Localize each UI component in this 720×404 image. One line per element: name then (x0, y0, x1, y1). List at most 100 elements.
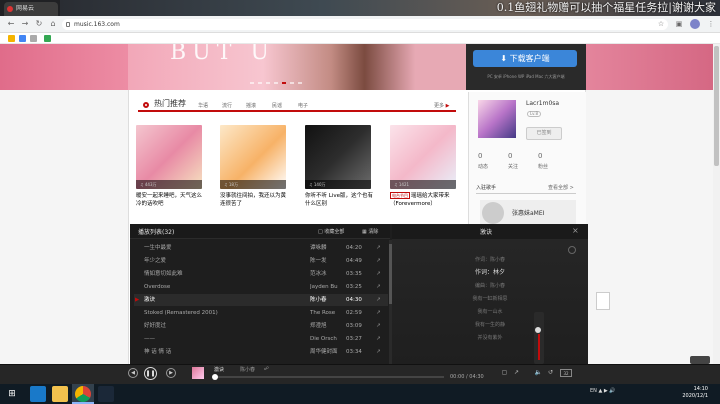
playlist-row[interactable]: 一生中最爱 谭咏麟 04:20 ↗ (134, 242, 388, 254)
url-input[interactable]: music.163.com (62, 19, 668, 30)
track-title: —— (144, 336, 155, 342)
reload-icon[interactable]: ↻ (34, 19, 44, 29)
playlist-cover[interactable]: ♫ 443万 (136, 125, 202, 189)
loop-icon[interactable]: ↺ (546, 369, 555, 377)
playlist-count-button[interactable]: 32 (560, 369, 572, 377)
playlist-caption[interactable]: 电台节目 瑶瑶给大家带来（Forevermore） (390, 192, 458, 208)
hot-link[interactable]: 华语 (198, 102, 208, 109)
more-link[interactable]: 更多 ▶ (434, 102, 449, 109)
playlist-cover[interactable]: ♫ 140万 (305, 125, 371, 189)
player-song[interactable]: 激诀 (214, 366, 224, 373)
banner-dot[interactable] (258, 82, 262, 84)
chrome-icon[interactable] (75, 386, 91, 402)
back-icon[interactable]: ← (6, 19, 16, 29)
banner-dot[interactable] (290, 82, 294, 84)
file-explorer-icon[interactable] (52, 386, 68, 402)
player-artist[interactable]: 陈小春 (240, 366, 255, 373)
side-feedback-button[interactable] (596, 292, 610, 310)
link-icon[interactable]: ↗ (376, 294, 386, 306)
edge-icon[interactable] (30, 386, 46, 402)
playlist-row[interactable]: 好好度过 郑澄旭 03:09 ↗ (134, 320, 388, 332)
hot-link[interactable]: 民谣 (272, 102, 282, 109)
browser-tab[interactable]: 网易云 (4, 2, 58, 16)
bookmark-apps-icon[interactable] (8, 35, 15, 42)
playlist-caption[interactable]: 没事就往间拍，我还以为黄连很苦了 (220, 192, 288, 208)
playlist-cover[interactable]: ♫ 18万 (220, 125, 286, 189)
picture-in-picture-icon[interactable]: ▢ (500, 369, 509, 377)
playlist-row[interactable]: 神 话 情 话 周华健封面 03:34 ↗ (134, 346, 388, 358)
windows-start-icon[interactable]: ⊞ (0, 384, 24, 404)
pause-button[interactable]: ❚❚ (144, 367, 157, 380)
link-icon[interactable]: ↗ (376, 307, 386, 319)
banner-dot[interactable] (298, 82, 302, 84)
link-icon[interactable]: ↗ (376, 281, 386, 293)
hot-link[interactable]: 电子 (298, 102, 308, 109)
link-icon[interactable]: ↗ (376, 346, 386, 358)
bookmark-icon[interactable] (44, 35, 51, 42)
hot-link[interactable]: 摇滚 (246, 102, 256, 109)
star-icon[interactable]: ☆ (656, 19, 666, 29)
progress-track[interactable] (214, 376, 444, 378)
close-icon[interactable]: × (572, 226, 579, 235)
playlist-scroll-thumb[interactable] (389, 244, 392, 304)
playlist-row[interactable]: —— Die Orsch 03:27 ↗ (134, 333, 388, 345)
link-icon[interactable]: ↗ (376, 255, 386, 267)
playlist-caption[interactable]: 你听不听 Live版，这个也有什么区别 (305, 192, 373, 208)
playlist-row[interactable]: Stoked (Remastered 2001) The Rose 02:59 ↗ (134, 307, 388, 319)
signin-button[interactable]: 已签到 (526, 127, 562, 140)
playlist-row[interactable]: 情如意切如此难 范冰冰 03:35 ↗ (134, 268, 388, 280)
banner-dot-active[interactable] (282, 82, 286, 84)
home-icon[interactable]: ⌂ (48, 19, 58, 29)
download-client-button[interactable]: ⬇ 下载客户端 (473, 50, 577, 67)
scrollbar-thumb[interactable] (714, 46, 719, 166)
link-icon[interactable]: ☍ (264, 366, 269, 372)
album-thumbnail[interactable] (192, 367, 204, 379)
username[interactable]: Lacr1m0sa (526, 100, 559, 107)
playlist-cover[interactable]: ♫ 1421 (390, 125, 456, 189)
singer-all-link[interactable]: 查看全部 > (548, 184, 574, 191)
link-icon[interactable]: ↗ (376, 320, 386, 332)
lyric-adjust-icon[interactable] (568, 246, 576, 254)
link-icon[interactable]: ↗ (376, 333, 386, 345)
playlist-caption[interactable]: 暖安一起来睡吧，天气这么冷的话吹吧 (136, 192, 204, 208)
banner-dot[interactable] (250, 82, 254, 84)
lyric-slider-knob[interactable] (535, 327, 541, 333)
user-avatar[interactable] (478, 100, 516, 138)
playlist-row[interactable]: Overdose Jayden Bu 03:25 ↗ (134, 281, 388, 293)
bookmark-icon[interactable] (30, 35, 37, 42)
stat-value[interactable]: 0 (538, 152, 562, 160)
progress-knob[interactable] (212, 374, 218, 380)
stat-value[interactable]: 0 (478, 152, 502, 160)
extension-icon[interactable]: ▣ (674, 19, 684, 29)
playlist-row[interactable]: 年少之爱 陈一发 04:49 ↗ (134, 255, 388, 267)
hot-link[interactable]: 流行 (222, 102, 232, 109)
lyrics-song-title: 激诀 (480, 229, 493, 236)
lock-icon (66, 22, 70, 27)
hot-title[interactable]: 热门推荐 (154, 98, 186, 110)
share-icon[interactable]: ↗ (512, 369, 521, 377)
system-tray[interactable]: EN ▲ ▶ 🔊 (590, 388, 616, 394)
forward-icon[interactable]: → (20, 19, 30, 29)
profile-avatar-icon[interactable] (690, 19, 700, 29)
collect-all-button[interactable]: □ 收藏全部 (318, 228, 344, 235)
favicon-icon (7, 6, 13, 12)
clock[interactable]: 14:10 2020/12/1 (676, 386, 708, 400)
link-icon[interactable]: ↗ (376, 242, 386, 254)
lyric-line: 作词：陈小春 (474, 257, 505, 263)
banner-dot[interactable] (274, 82, 278, 84)
track-title: 情如意切如此难 (144, 271, 183, 277)
link-icon[interactable]: ↗ (376, 268, 386, 280)
menu-icon[interactable]: ⋮ (706, 19, 716, 29)
playlist-row[interactable]: ▶ 激诀 陈小春 04:30 ↗ (134, 294, 388, 306)
side-toggle-button[interactable] (690, 356, 710, 364)
volume-icon[interactable]: 🔈 (534, 369, 543, 377)
next-icon[interactable]: ▶ (166, 368, 176, 378)
banner-dot[interactable] (266, 82, 270, 84)
clear-button[interactable]: ▦ 清除 (362, 228, 378, 235)
steam-icon[interactable] (98, 386, 114, 402)
previous-icon[interactable]: ◀ (128, 368, 138, 378)
stat-value[interactable]: 0 (508, 152, 532, 160)
track-artist: 郑澄旭 (310, 323, 327, 329)
track-title: 激诀 (144, 297, 156, 303)
bookmark-icon[interactable] (19, 35, 26, 42)
